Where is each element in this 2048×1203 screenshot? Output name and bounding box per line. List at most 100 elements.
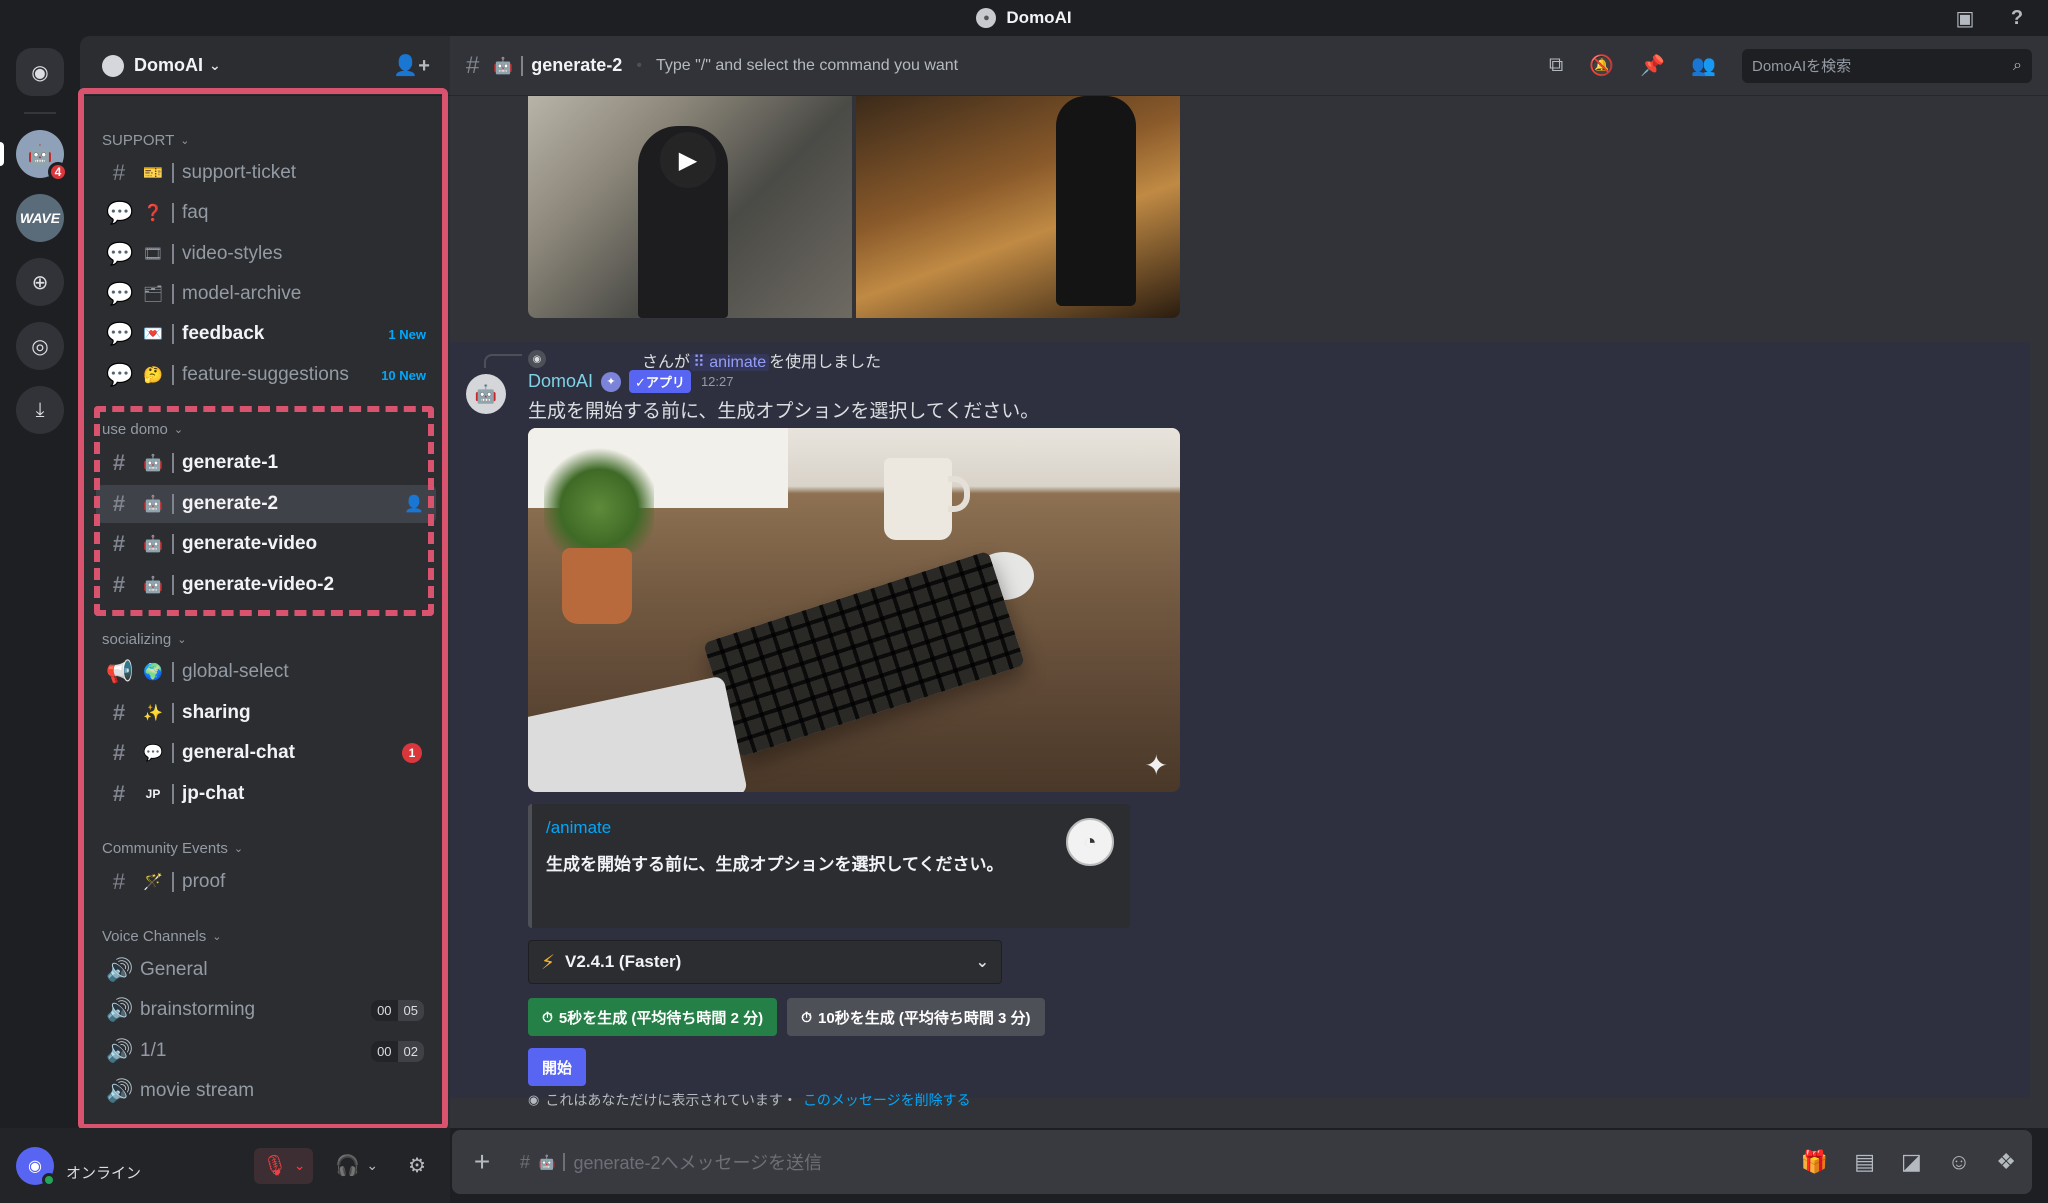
start-button[interactable]: 開始 bbox=[528, 1048, 587, 1086]
category-community-events[interactable]: Community Events ⌄ bbox=[102, 840, 243, 857]
notification-mute-icon[interactable]: 🔕 bbox=[1589, 53, 1614, 78]
gif-icon[interactable]: ▤ bbox=[1854, 1149, 1875, 1175]
invite-people-icon[interactable]: 👤+ bbox=[393, 53, 430, 78]
image-keyboard bbox=[702, 550, 1026, 758]
channel-feedback[interactable]: 💬 💌 feedback 1 New bbox=[96, 315, 436, 353]
message-composer[interactable]: + # 🤖 generate-2へメッセージを送信 🎁 ▤ ◪ ☺ ❖ bbox=[452, 1130, 2032, 1194]
server-domoai-button[interactable]: 🤖 4 bbox=[0, 130, 68, 182]
help-icon[interactable]: ? bbox=[2004, 6, 2030, 30]
window-title: DomoAI bbox=[1006, 8, 1072, 27]
model-version-select[interactable]: ⚡ V2.4.1 (Faster) ⌄ bbox=[528, 940, 1002, 984]
divider bbox=[172, 163, 174, 183]
reply-avatar-icon: ◉ bbox=[528, 350, 546, 368]
channel-sharing[interactable]: # ✨ sharing bbox=[96, 694, 436, 732]
apps-icon[interactable]: ❖ bbox=[1996, 1149, 2016, 1175]
server-wave-button[interactable]: WAVE bbox=[16, 194, 64, 242]
channel-label: 1/1 bbox=[140, 1040, 167, 1061]
voice-channel-1-1[interactable]: 🔊 1/1 00 02 bbox=[96, 1032, 436, 1070]
bot-avatar[interactable]: 🤖 bbox=[466, 374, 506, 414]
compass-icon: ◎ bbox=[31, 335, 49, 358]
channel-label: video-styles bbox=[182, 243, 283, 264]
category-use-domo[interactable]: use domo ⌄ bbox=[102, 421, 183, 438]
download-button[interactable]: ⤓ bbox=[16, 386, 64, 434]
author-name[interactable]: DomoAI bbox=[528, 371, 593, 392]
channel-generate-video[interactable]: # 🤖 generate-video bbox=[96, 525, 436, 563]
category-voice-channels[interactable]: Voice Channels ⌄ bbox=[102, 928, 221, 945]
inbox-icon[interactable]: ▣ bbox=[1952, 6, 1978, 30]
category-socializing[interactable]: socializing ⌄ bbox=[102, 631, 186, 648]
user-avatar[interactable]: ◉ bbox=[16, 1146, 56, 1187]
archive-icon: 🗂 bbox=[142, 286, 164, 303]
generate-5s-button[interactable]: ⏱ 5秒を生成 (平均待ち時間 2 分) bbox=[528, 998, 778, 1036]
interaction-reference[interactable]: さんが ⠿ animate を使用しました bbox=[642, 348, 881, 372]
text-channel-icon: # bbox=[112, 160, 126, 185]
mute-button[interactable]: 🎙 ⌄ bbox=[254, 1147, 314, 1184]
channel-topic[interactable]: Type "/" and select the command you want bbox=[656, 57, 958, 75]
server-rail: ◉ 🤖 4 WAVE ⊕ ◎ ⤓ bbox=[0, 36, 80, 1136]
generate-10s-button[interactable]: ⏱ 10秒を生成 (平均待ち時間 3 分) bbox=[787, 998, 1045, 1036]
emoji-icon[interactable]: ☺ bbox=[1948, 1149, 1970, 1175]
members-icon[interactable]: 👥 bbox=[1691, 53, 1716, 78]
threads-icon[interactable]: ⧉ bbox=[1549, 54, 1563, 77]
embed-command[interactable]: /animate bbox=[546, 818, 1116, 838]
add-server-button[interactable]: ⊕ bbox=[16, 258, 64, 306]
desk-image[interactable]: ✦ bbox=[528, 428, 1180, 792]
channel-jp-chat[interactable]: # JP jp-chat bbox=[96, 775, 436, 813]
channel-generate-1[interactable]: # 🤖 generate-1 bbox=[96, 444, 436, 482]
divider bbox=[172, 453, 174, 473]
text-channel-icon: # bbox=[520, 1151, 531, 1172]
reply-suffix: を使用しました bbox=[769, 354, 882, 371]
divider bbox=[172, 662, 174, 682]
channel-video-styles[interactable]: 💬 🎞 video-styles bbox=[96, 235, 436, 273]
voice-channel-movie-stream[interactable]: 🔊 movie stream bbox=[96, 1072, 436, 1110]
embed-description: 生成を開始する前に、生成オプションを選択してください。 bbox=[546, 855, 1004, 874]
divider bbox=[172, 534, 174, 554]
sticker-icon[interactable]: ◪ bbox=[1901, 1149, 1922, 1175]
channel-general-chat[interactable]: # 💬 general-chat 1 bbox=[96, 734, 436, 772]
headphones-icon: 🎧 bbox=[335, 1155, 361, 1177]
eye-icon: ◉ bbox=[528, 1092, 540, 1107]
user-settings-button[interactable]: ⚙ bbox=[400, 1148, 434, 1184]
gift-icon[interactable]: 🎁 bbox=[1801, 1149, 1828, 1175]
channel-feature-suggestions[interactable]: 💬 🤔 feature-suggestions 10 New bbox=[96, 356, 436, 394]
category-support[interactable]: SUPPORT ⌄ bbox=[102, 132, 189, 149]
pin-icon[interactable]: 📌 bbox=[1640, 53, 1665, 78]
play-icon[interactable]: ▶ bbox=[660, 132, 716, 188]
voice-channel-brainstorming[interactable]: 🔊 brainstorming 00 05 bbox=[96, 991, 436, 1029]
search-input[interactable]: DomoAIを検索 ⌕ bbox=[1742, 48, 2032, 83]
channel-sidebar: DomoAI ⌄ 👤+ SUPPORT ⌄ # 🎫 support-ticket … bbox=[80, 36, 450, 1128]
chevron-down-icon: ⌄ bbox=[180, 135, 190, 147]
message-text: 生成を開始する前に、生成オプションを選択してください。 bbox=[528, 401, 1040, 422]
text-channel-icon: # bbox=[112, 740, 126, 765]
love-letter-icon: 💌 bbox=[143, 326, 163, 343]
add-member-icon[interactable]: 👤 bbox=[404, 494, 424, 514]
dismiss-message-link[interactable]: このメッセージを削除する bbox=[803, 1090, 971, 1110]
server-header[interactable]: DomoAI ⌄ 👤+ bbox=[80, 36, 450, 96]
channel-label: sharing bbox=[182, 702, 251, 723]
command-mention[interactable]: ⠿ animate bbox=[690, 354, 770, 371]
discord-home-button[interactable]: ◉ bbox=[16, 48, 64, 96]
category-label: SUPPORT bbox=[102, 132, 175, 149]
deafen-button[interactable]: 🎧 ⌄ bbox=[327, 1148, 386, 1184]
divider bbox=[172, 203, 174, 223]
channel-generate-video-2[interactable]: # 🤖 generate-video-2 bbox=[96, 566, 436, 604]
channel-global-select[interactable]: 📢 🌍 global-select bbox=[96, 653, 436, 691]
image-library[interactable] bbox=[856, 96, 1180, 318]
robot-icon: 🤖 bbox=[27, 143, 53, 166]
stopwatch-icon: ⏱ bbox=[542, 1008, 553, 1025]
video-thumbnail-architecture[interactable]: ▶ bbox=[528, 96, 852, 318]
announcement-icon: 📢 bbox=[106, 659, 134, 684]
channel-proof[interactable]: # 🪄 proof bbox=[96, 863, 436, 901]
channel-model-archive[interactable]: 💬 🗂 model-archive bbox=[96, 275, 436, 313]
channel-generate-2[interactable]: # 🤖 generate-2 👤 bbox=[96, 485, 436, 523]
category-label: use domo bbox=[102, 421, 168, 438]
text-channel-icon: # bbox=[466, 51, 480, 79]
voice-channel-general[interactable]: 🔊 General bbox=[96, 951, 436, 989]
explore-button[interactable]: ◎ bbox=[16, 322, 64, 370]
duration-buttons: ⏱ 5秒を生成 (平均待ち時間 2 分) ⏱ 10秒を生成 (平均待ち時間 3 … bbox=[528, 998, 1045, 1036]
channel-faq[interactable]: 💬 ❓ faq bbox=[96, 194, 436, 232]
channel-support-ticket[interactable]: # 🎫 support-ticket bbox=[96, 154, 436, 192]
ephemeral-notice: ◉ これはあなただけに表示されています・ このメッセージを削除する bbox=[528, 1090, 971, 1110]
image-laptop bbox=[528, 675, 748, 792]
attach-plus-icon[interactable]: + bbox=[468, 1146, 496, 1177]
